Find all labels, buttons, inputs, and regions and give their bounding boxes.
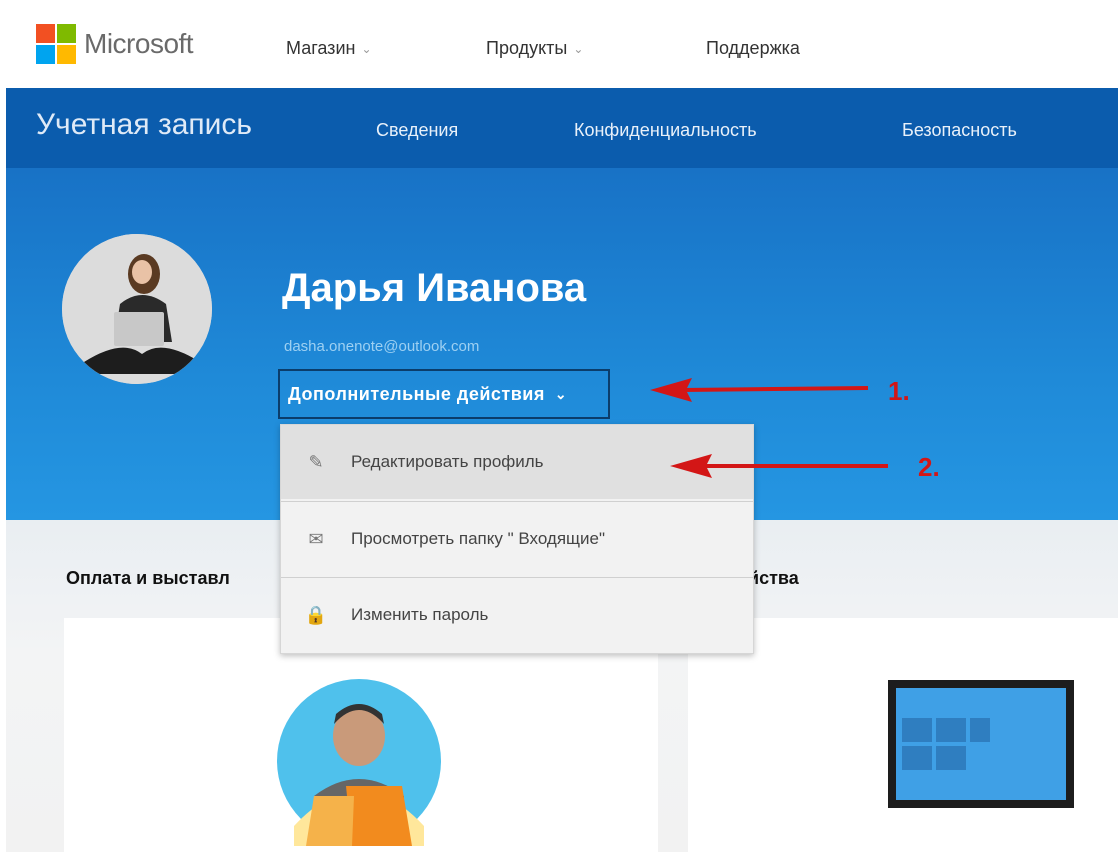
menu-item-label: Редактировать профиль	[351, 452, 544, 471]
menu-item-view-inbox[interactable]: ✉ Просмотреть папку " Входящие"	[281, 502, 753, 576]
shopper-illustration-icon	[277, 679, 441, 846]
nav-support-label: Поддержка	[706, 38, 800, 58]
envelope-icon: ✉	[308, 528, 324, 549]
devices-section-title: йства	[748, 568, 799, 588]
nav-support[interactable]: Поддержка	[706, 38, 800, 59]
tab-info[interactable]: Сведения	[376, 120, 458, 141]
nav-store-label: Магазин	[286, 38, 356, 58]
more-actions-label: Дополнительные действия	[288, 383, 545, 404]
annotation-arrow-2	[670, 454, 888, 478]
account-title[interactable]: Учетная запись	[36, 108, 252, 142]
user-photo	[62, 234, 212, 384]
pencil-icon: ✎	[308, 451, 324, 472]
annotation-number-1: 1.	[888, 376, 910, 406]
microsoft-logo-icon[interactable]	[36, 24, 76, 64]
more-actions-button[interactable]: Дополнительные действия ⌄	[278, 369, 610, 419]
desktop-computer-icon	[888, 680, 1074, 808]
tab-security[interactable]: Безопасность	[902, 120, 1017, 141]
chevron-down-icon: ⌄	[554, 385, 568, 402]
profile-email: dasha.onenote@outlook.com	[284, 338, 480, 355]
menu-item-label: Изменить пароль	[351, 605, 489, 624]
menu-item-change-password[interactable]: 🔒 Изменить пароль	[281, 578, 753, 652]
chevron-down-icon: ⌄	[361, 41, 372, 56]
annotation-arrow-1	[650, 378, 869, 402]
billing-section-title: Оплата и выставл	[66, 568, 230, 588]
nav-products-label: Продукты	[486, 38, 568, 58]
tab-privacy[interactable]: Конфиденциальность	[574, 120, 757, 141]
brand-name[interactable]: Microsoft	[84, 28, 194, 60]
nav-products[interactable]: Продукты ⌄	[486, 38, 583, 59]
profile-name: Дарья Иванова	[282, 266, 587, 310]
menu-item-label: Просмотреть папку " Входящие"	[351, 529, 606, 548]
annotation-number-2: 2.	[918, 452, 940, 482]
top-navigation-bar: Microsoft Магазин ⌄ Продукты ⌄ Поддержка	[0, 0, 1118, 88]
chevron-down-icon: ⌄	[573, 41, 584, 56]
lock-icon: 🔒	[304, 604, 328, 625]
nav-store[interactable]: Магазин ⌄	[286, 38, 372, 59]
account-navigation-bar: Учетная запись Сведения Конфиденциальнос…	[6, 88, 1118, 168]
avatar[interactable]	[62, 234, 212, 384]
